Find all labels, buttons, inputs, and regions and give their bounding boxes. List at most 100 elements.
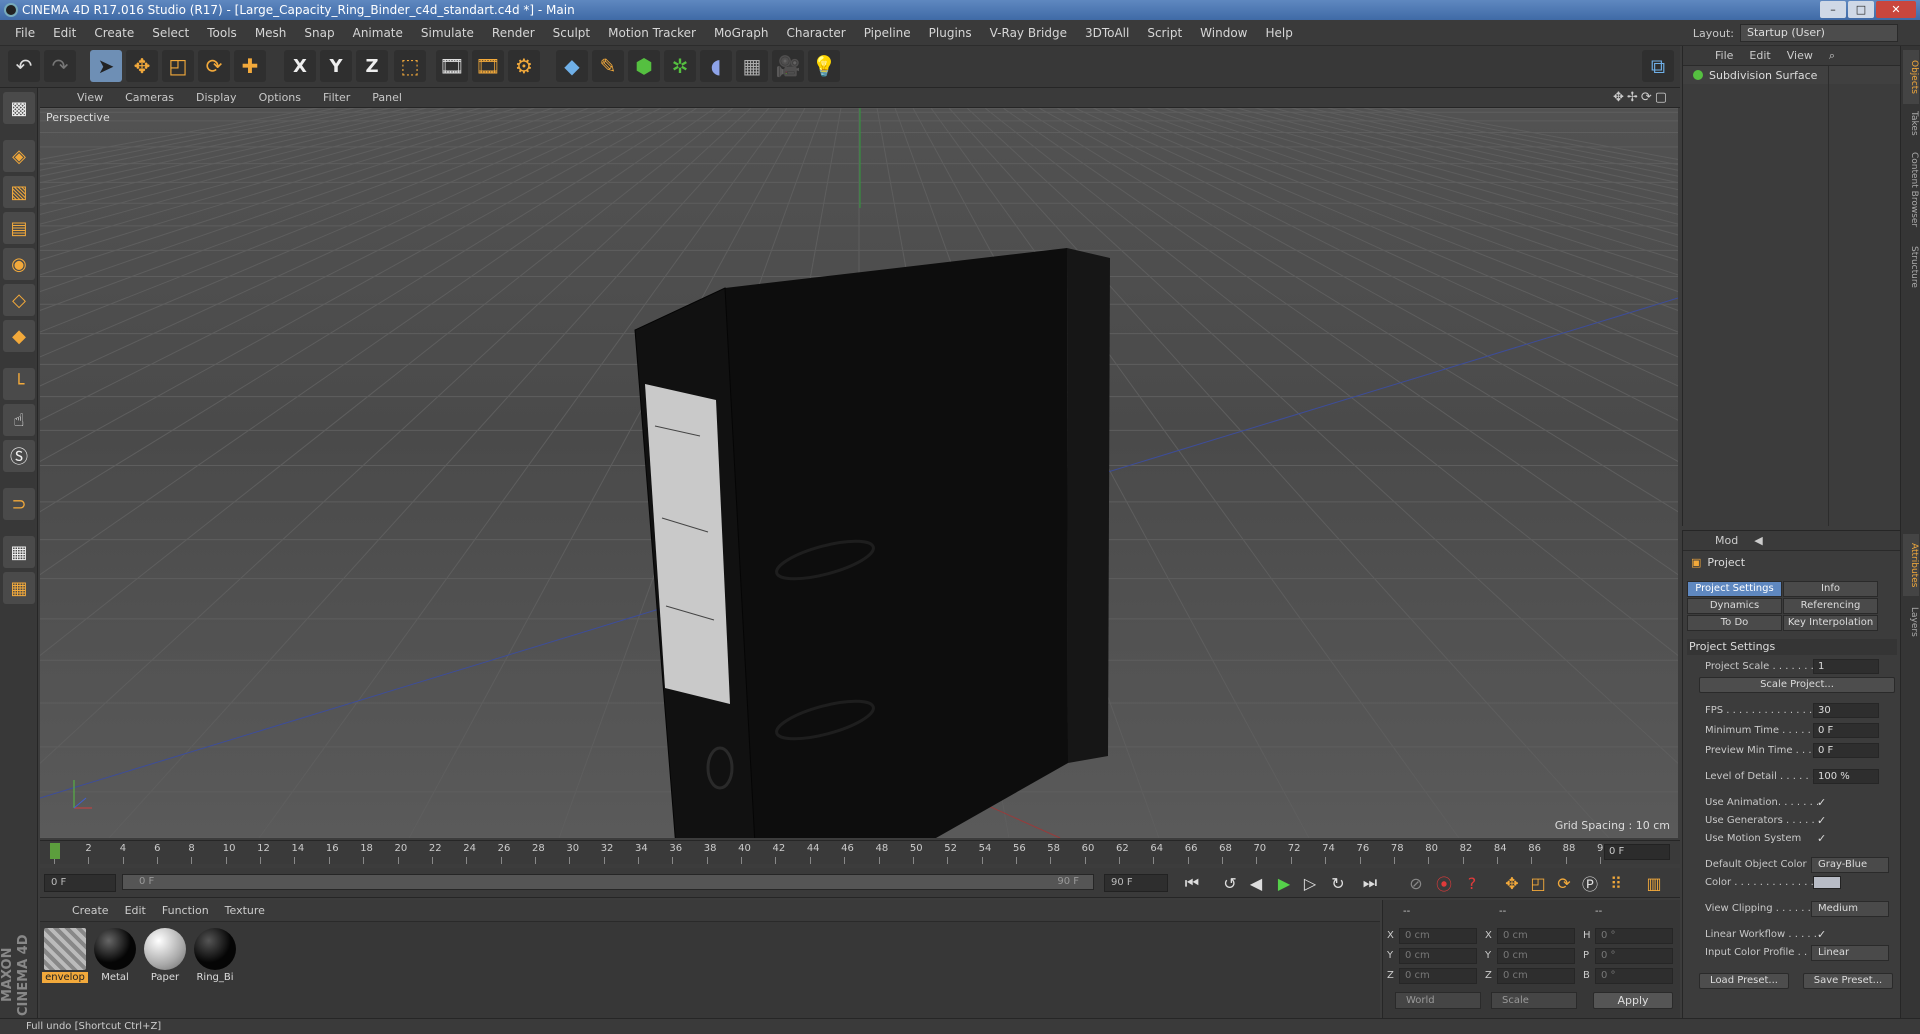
tab-key-interpolation[interactable]: Key Interpolation <box>1783 615 1878 631</box>
python-icon[interactable]: ⧉ <box>1642 50 1674 82</box>
ring-binder-model[interactable] <box>634 248 1110 838</box>
position-x-field[interactable]: 0 cm <box>1399 928 1477 944</box>
object-row-subdivision-surface[interactable]: Subdivision Surface <box>1683 66 1900 84</box>
obj-menu-edit[interactable]: Edit <box>1741 49 1778 62</box>
menu-animate[interactable]: Animate <box>344 26 412 40</box>
material-swatch-paper[interactable]: Paper <box>142 926 188 986</box>
menu-tools[interactable]: Tools <box>198 26 246 40</box>
current-frame-field[interactable]: 0 F <box>1604 844 1670 860</box>
vp-menu-panel[interactable]: Panel <box>361 91 413 104</box>
workplane-icon[interactable]: ▤ <box>3 212 35 244</box>
next-frame-icon[interactable]: ▷ <box>1298 872 1322 894</box>
polygons-mode-icon[interactable]: ◆ <box>3 320 35 352</box>
floor-icon[interactable]: ▦ <box>736 50 768 82</box>
timeline-window-icon[interactable]: ▥ <box>1642 872 1666 894</box>
render-picture-viewer-icon[interactable]: 🎞 <box>472 50 504 82</box>
vp-menu-cameras[interactable]: Cameras <box>114 91 185 104</box>
input-color-profile-dropdown[interactable]: Linear <box>1811 945 1889 961</box>
move-icon[interactable]: ✥ <box>126 50 158 82</box>
playhead[interactable] <box>50 843 60 859</box>
min-time-field[interactable]: 0 F <box>1813 723 1879 738</box>
y-axis-icon[interactable]: Y <box>320 50 352 82</box>
menu-plugins[interactable]: Plugins <box>920 26 981 40</box>
scale-icon[interactable]: ◰ <box>162 50 194 82</box>
obj-search-icon[interactable]: ⌕ <box>1821 49 1843 63</box>
menu-pipeline[interactable]: Pipeline <box>855 26 920 40</box>
material-swatch-ring-binder[interactable]: Ring_Bi <box>192 926 238 986</box>
points-mode-icon[interactable]: ◉ <box>3 248 35 280</box>
size-y-field[interactable]: 0 cm <box>1497 948 1575 964</box>
close-button[interactable]: ✕ <box>1876 1 1916 18</box>
redo-icon[interactable]: ↷ <box>44 50 76 82</box>
key-position-icon[interactable]: ✥ <box>1500 872 1524 894</box>
position-y-field[interactable]: 0 cm <box>1399 948 1477 964</box>
subdivision-icon[interactable]: ⬢ <box>628 50 660 82</box>
minimize-button[interactable]: – <box>1820 1 1846 18</box>
menu-edit[interactable]: Edit <box>44 26 85 40</box>
side-tab-attributes[interactable]: Attributes <box>1903 534 1919 596</box>
tab-dynamics[interactable]: Dynamics <box>1687 598 1782 614</box>
render-view-icon[interactable]: 🎞 <box>436 50 468 82</box>
view-clipping-dropdown[interactable]: Medium <box>1811 901 1889 917</box>
undo-icon[interactable]: ↶ <box>8 50 40 82</box>
menu-3dtoall[interactable]: 3DToAll <box>1076 26 1138 40</box>
menu-sculpt[interactable]: Sculpt <box>544 26 599 40</box>
add-icon[interactable]: ✚ <box>234 50 266 82</box>
menu-render[interactable]: Render <box>483 26 544 40</box>
deformer-icon[interactable]: ◖ <box>700 50 732 82</box>
snap-icon[interactable]: Ⓢ <box>3 440 35 472</box>
vp-menu-display[interactable]: Display <box>185 91 248 104</box>
play-icon[interactable]: ▶ <box>1272 872 1296 894</box>
mat-menu-texture[interactable]: Texture <box>217 904 273 917</box>
render-settings-icon[interactable]: ⚙ <box>508 50 540 82</box>
edges-mode-icon[interactable]: ◇ <box>3 284 35 316</box>
x-axis-icon[interactable]: X <box>284 50 316 82</box>
key-rotation-icon[interactable]: ⟳ <box>1552 872 1576 894</box>
tab-project-settings[interactable]: Project Settings <box>1687 581 1782 597</box>
rotation-p-field[interactable]: 0 ° <box>1595 948 1673 964</box>
keyframe-selection-icon[interactable]: ? <box>1460 872 1484 894</box>
menu-snap[interactable]: Snap <box>295 26 343 40</box>
tab-to-do[interactable]: To Do <box>1687 615 1782 631</box>
model-mode-icon[interactable]: ◈ <box>3 140 35 172</box>
autokey-icon[interactable]: ⊘ <box>1404 872 1428 894</box>
menu-script[interactable]: Script <box>1138 26 1191 40</box>
coord-space-dropdown[interactable]: World <box>1395 992 1481 1009</box>
tab-referencing[interactable]: Referencing <box>1783 598 1878 614</box>
side-tab-structure[interactable]: Structure <box>1903 242 1919 292</box>
start-frame-field[interactable]: 0 F <box>44 874 116 892</box>
maximize-button[interactable]: □ <box>1848 1 1874 18</box>
axis-mode-icon[interactable]: └ <box>3 368 35 400</box>
key-pla-icon[interactable]: ⠿ <box>1604 872 1628 894</box>
pen-icon[interactable]: ✎ <box>592 50 624 82</box>
attr-menu-mode[interactable]: Mod <box>1707 534 1746 547</box>
mat-menu-edit[interactable]: Edit <box>117 904 154 917</box>
record-icon[interactable]: ⦿ <box>1432 872 1456 894</box>
mat-menu-create[interactable]: Create <box>64 904 117 917</box>
material-swatch-envelop[interactable]: envelop <box>42 926 88 986</box>
use-motion-system-checkbox[interactable]: ✓ <box>1817 831 1826 847</box>
apply-button[interactable]: Apply <box>1593 992 1673 1009</box>
menu-mesh[interactable]: Mesh <box>246 26 296 40</box>
grid-snap-icon[interactable]: ▦ <box>3 572 35 604</box>
key-scale-icon[interactable]: ◰ <box>1526 872 1550 894</box>
coord-mode-dropdown[interactable]: Scale <box>1491 992 1577 1009</box>
rotate-icon[interactable]: ⟳ <box>198 50 230 82</box>
size-x-field[interactable]: 0 cm <box>1497 928 1575 944</box>
tab-info[interactable]: Info <box>1783 581 1878 597</box>
use-animation-checkbox[interactable]: ✓ <box>1817 795 1826 811</box>
timeline-ruler[interactable]: 0246810121416182022242628303234363840424… <box>40 840 1680 864</box>
attr-back-icon[interactable]: ◀ <box>1746 534 1770 547</box>
project-scale-field[interactable]: 1 <box>1813 659 1879 674</box>
menu-character[interactable]: Character <box>777 26 854 40</box>
side-tab-objects[interactable]: Objects <box>1903 50 1919 104</box>
menu-create[interactable]: Create <box>85 26 143 40</box>
position-z-field[interactable]: 0 cm <box>1399 968 1477 984</box>
vp-menu-filter[interactable]: Filter <box>312 91 361 104</box>
default-object-color-dropdown[interactable]: Gray-Blue <box>1811 857 1889 873</box>
vp-menu-view[interactable]: View <box>66 91 114 104</box>
load-preset-button[interactable]: Load Preset... <box>1699 973 1789 989</box>
cube-icon[interactable]: ◆ <box>556 50 588 82</box>
cloner-icon[interactable]: ✲ <box>664 50 696 82</box>
end-frame-field[interactable]: 90 F <box>1104 874 1168 892</box>
